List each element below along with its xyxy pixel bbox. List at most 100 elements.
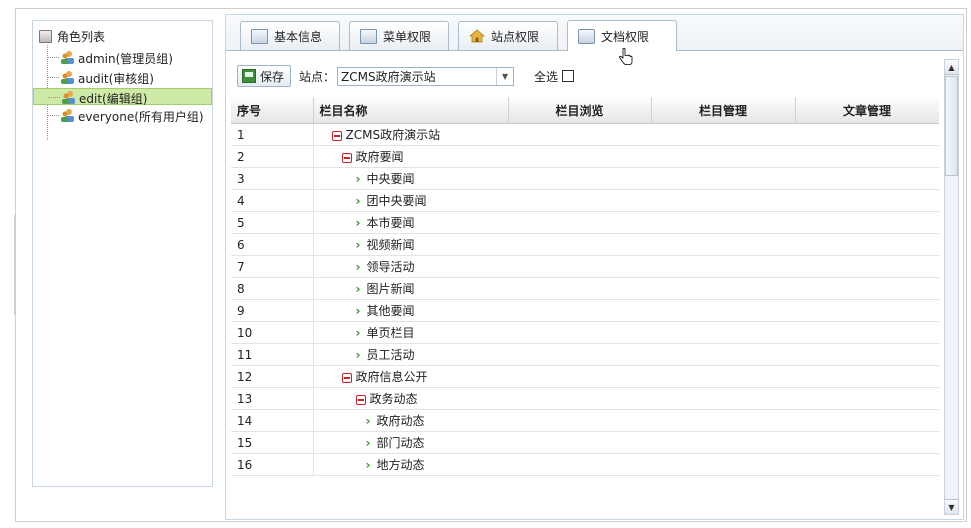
row-name-label[interactable]: 其他要闻 bbox=[366, 304, 414, 318]
row-browse-cell[interactable] bbox=[508, 343, 651, 366]
chevron-down-icon[interactable]: ▼ bbox=[496, 67, 513, 85]
row-name-label[interactable]: 视频新闻 bbox=[366, 238, 414, 252]
row-name-label[interactable]: 员工活动 bbox=[366, 348, 414, 362]
row-manage-cell[interactable] bbox=[651, 431, 795, 454]
row-name-label[interactable]: 本市要闻 bbox=[366, 216, 414, 230]
row-article-cell[interactable] bbox=[795, 167, 939, 190]
row-article-cell[interactable] bbox=[795, 233, 939, 256]
row-name-label[interactable]: ZCMS政府演示站 bbox=[346, 128, 441, 142]
table-row[interactable]: 9 › 其他要闻 bbox=[231, 299, 939, 322]
row-manage-cell[interactable] bbox=[651, 277, 795, 300]
column-header-article[interactable]: 文章管理 bbox=[795, 97, 939, 124]
tab-document-permissions[interactable]: 文档权限 bbox=[567, 20, 677, 51]
row-manage-cell[interactable] bbox=[651, 233, 795, 256]
row-name-label[interactable]: 政务动态 bbox=[370, 392, 418, 406]
collapse-icon[interactable] bbox=[331, 130, 342, 141]
table-row[interactable]: 15 › 部门动态 bbox=[231, 431, 939, 454]
row-manage-cell[interactable] bbox=[651, 321, 795, 344]
row-browse-cell[interactable] bbox=[508, 453, 651, 476]
row-article-cell[interactable] bbox=[795, 211, 939, 234]
row-name-label[interactable]: 团中央要闻 bbox=[366, 194, 426, 208]
vertical-scrollbar[interactable]: ▲ ▼ bbox=[944, 59, 959, 515]
row-manage-cell[interactable] bbox=[651, 299, 795, 322]
row-browse-cell[interactable] bbox=[508, 409, 651, 432]
collapse-icon[interactable] bbox=[355, 394, 366, 405]
row-article-cell[interactable] bbox=[795, 277, 939, 300]
row-article-cell[interactable] bbox=[795, 189, 939, 212]
row-article-cell[interactable] bbox=[795, 409, 939, 432]
row-browse-cell[interactable] bbox=[508, 211, 651, 234]
collapse-icon[interactable] bbox=[341, 152, 352, 163]
row-browse-cell[interactable] bbox=[508, 123, 651, 146]
row-name-label[interactable]: 政府动态 bbox=[376, 414, 424, 428]
row-manage-cell[interactable] bbox=[651, 409, 795, 432]
row-browse-cell[interactable] bbox=[508, 233, 651, 256]
tab-menu-permissions[interactable]: 菜单权限 bbox=[349, 21, 449, 50]
tree-item-edit[interactable]: edit(编辑组) bbox=[33, 88, 212, 106]
row-browse-cell[interactable] bbox=[508, 167, 651, 190]
column-header-seq[interactable]: 序号 bbox=[231, 97, 314, 124]
tree-item-admin[interactable]: admin(管理员组) bbox=[33, 49, 212, 66]
table-row[interactable]: 3 › 中央要闻 bbox=[231, 167, 939, 190]
tab-site-permissions[interactable]: 站点权限 bbox=[458, 21, 558, 50]
table-row[interactable]: 11 › 员工活动 bbox=[231, 343, 939, 366]
row-browse-cell[interactable] bbox=[508, 387, 651, 410]
row-manage-cell[interactable] bbox=[651, 167, 795, 190]
table-row[interactable]: 14 › 政府动态 bbox=[231, 409, 939, 432]
row-browse-cell[interactable] bbox=[508, 145, 651, 168]
row-article-cell[interactable] bbox=[795, 255, 939, 278]
row-name-label[interactable]: 地方动态 bbox=[376, 458, 424, 472]
row-name-label[interactable]: 政府信息公开 bbox=[356, 370, 428, 384]
row-article-cell[interactable] bbox=[795, 321, 939, 344]
row-browse-cell[interactable] bbox=[508, 431, 651, 454]
row-browse-cell[interactable] bbox=[508, 189, 651, 212]
tree-item-audit[interactable]: audit(审核组) bbox=[33, 69, 212, 86]
column-header-column-name[interactable]: 栏目名称 bbox=[313, 97, 509, 124]
column-header-manage[interactable]: 栏目管理 bbox=[651, 97, 796, 124]
tree-root[interactable]: 角色列表 bbox=[39, 27, 105, 45]
row-manage-cell[interactable] bbox=[651, 387, 795, 410]
row-article-cell[interactable] bbox=[795, 365, 939, 388]
row-article-cell[interactable] bbox=[795, 299, 939, 322]
row-manage-cell[interactable] bbox=[651, 189, 795, 212]
table-row[interactable]: 4 › 团中央要闻 bbox=[231, 189, 939, 212]
row-manage-cell[interactable] bbox=[651, 453, 795, 476]
save-button[interactable]: 保存 bbox=[237, 65, 292, 87]
row-article-cell[interactable] bbox=[795, 123, 939, 146]
row-name-label[interactable]: 单页栏目 bbox=[366, 326, 414, 340]
tree-item-everyone[interactable]: everyone(所有用户组) bbox=[33, 107, 212, 124]
row-manage-cell[interactable] bbox=[651, 123, 795, 146]
row-browse-cell[interactable] bbox=[508, 277, 651, 300]
table-row[interactable]: 13 政务动态 bbox=[231, 387, 939, 410]
row-browse-cell[interactable] bbox=[508, 255, 651, 278]
row-name-label[interactable]: 中央要闻 bbox=[366, 172, 414, 186]
tab-basic-info[interactable]: 基本信息 bbox=[240, 21, 340, 50]
column-header-browse[interactable]: 栏目浏览 bbox=[508, 97, 652, 124]
select-all[interactable]: 全选 bbox=[534, 68, 575, 85]
collapse-icon[interactable] bbox=[341, 372, 352, 383]
table-row[interactable]: 1 ZCMS政府演示站 bbox=[231, 123, 939, 146]
row-article-cell[interactable] bbox=[795, 145, 939, 168]
table-row[interactable]: 2 政府要闻 bbox=[231, 145, 939, 168]
scroll-thumb[interactable] bbox=[945, 76, 958, 176]
scroll-up-button[interactable]: ▲ bbox=[945, 60, 958, 75]
select-all-checkbox[interactable] bbox=[562, 70, 575, 82]
row-article-cell[interactable] bbox=[795, 387, 939, 410]
row-name-label[interactable]: 部门动态 bbox=[376, 436, 424, 450]
table-row[interactable]: 5 › 本市要闻 bbox=[231, 211, 939, 234]
row-manage-cell[interactable] bbox=[651, 211, 795, 234]
row-manage-cell[interactable] bbox=[651, 145, 795, 168]
row-manage-cell[interactable] bbox=[651, 343, 795, 366]
row-article-cell[interactable] bbox=[795, 453, 939, 476]
table-row[interactable]: 16 › 地方动态 bbox=[231, 453, 939, 476]
scroll-down-button[interactable]: ▼ bbox=[945, 499, 958, 514]
table-row[interactable]: 12 政府信息公开 bbox=[231, 365, 939, 388]
row-article-cell[interactable] bbox=[795, 431, 939, 454]
row-browse-cell[interactable] bbox=[508, 321, 651, 344]
table-row[interactable]: 6 › 视频新闻 bbox=[231, 233, 939, 256]
table-row[interactable]: 7 › 领导活动 bbox=[231, 255, 939, 278]
row-browse-cell[interactable] bbox=[508, 299, 651, 322]
row-manage-cell[interactable] bbox=[651, 255, 795, 278]
table-row[interactable]: 8 › 图片新闻 bbox=[231, 277, 939, 300]
row-name-label[interactable]: 图片新闻 bbox=[366, 282, 414, 296]
